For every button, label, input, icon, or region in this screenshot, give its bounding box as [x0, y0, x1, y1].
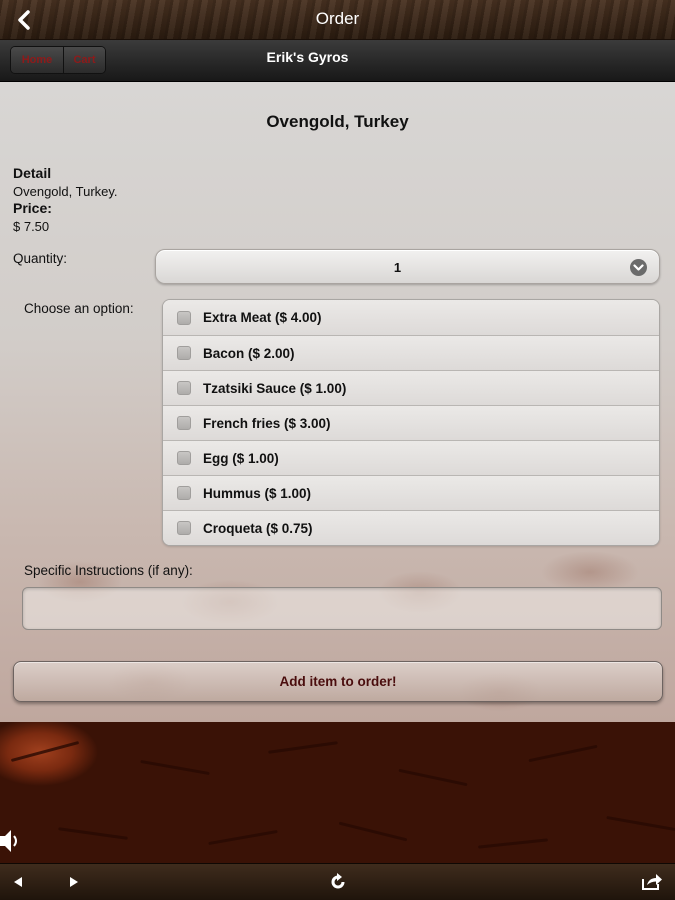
option-tzatsiki-sauce[interactable]: Tzatsiki Sauce ($ 1.00) [163, 370, 659, 405]
checkbox[interactable] [177, 381, 191, 395]
checkbox[interactable] [177, 451, 191, 465]
quantity-select[interactable]: 1 [155, 249, 660, 284]
refresh-icon[interactable] [324, 870, 352, 894]
restaurant-name: Erik's Gyros [266, 49, 349, 65]
option-croqueta[interactable]: Croqueta ($ 0.75) [163, 510, 659, 545]
coffee-beans-background [0, 722, 675, 863]
checkbox[interactable] [177, 486, 191, 500]
item-details: Detail Ovengold, Turkey. Price: $ 7.50 [13, 165, 118, 235]
item-title: Ovengold, Turkey [266, 112, 409, 131]
option-label: Bacon ($ 2.00) [203, 345, 295, 361]
speaker-icon[interactable] [0, 827, 22, 855]
add-to-order-button[interactable]: Add item to order! [13, 661, 663, 702]
share-icon[interactable] [638, 870, 666, 894]
bottom-toolbar [0, 863, 675, 900]
quantity-label: Quantity: [13, 251, 68, 266]
option-label: Extra Meat ($ 4.00) [203, 310, 322, 325]
top-bar: Order [0, 0, 675, 40]
checkbox[interactable] [177, 346, 191, 360]
option-hummus[interactable]: Hummus ($ 1.00) [163, 475, 659, 510]
option-label: Egg ($ 1.00) [203, 450, 279, 466]
checkbox[interactable] [177, 521, 191, 535]
option-egg[interactable]: Egg ($ 1.00) [163, 440, 659, 475]
back-arrow-icon[interactable] [4, 870, 32, 894]
chevron-down-icon [630, 259, 647, 276]
instructions-label: Specific Instructions (if any): [24, 563, 193, 578]
order-form: Ovengold, Turkey Detail Ovengold, Turkey… [0, 82, 675, 722]
options-list: Extra Meat ($ 4.00) Bacon ($ 2.00) Tzats… [162, 299, 660, 546]
option-label: Hummus ($ 1.00) [203, 485, 312, 501]
options-label: Choose an option: [24, 301, 134, 316]
quantity-value: 1 [393, 260, 402, 275]
instructions-input[interactable] [22, 587, 662, 630]
detail-text: Ovengold, Turkey. [13, 183, 118, 199]
option-french-fries[interactable]: French fries ($ 3.00) [163, 405, 659, 440]
option-label: French fries ($ 3.00) [203, 415, 331, 431]
option-bacon[interactable]: Bacon ($ 2.00) [163, 335, 659, 370]
checkbox[interactable] [177, 416, 191, 430]
forward-arrow-icon[interactable] [60, 870, 88, 894]
option-extra-meat[interactable]: Extra Meat ($ 4.00) [163, 300, 659, 335]
price-value: $ 7.50 [13, 218, 50, 234]
detail-label: Detail [13, 165, 52, 181]
option-label: Croqueta ($ 0.75) [203, 520, 313, 536]
page-title: Order [315, 9, 360, 28]
option-label: Tzatsiki Sauce ($ 1.00) [203, 380, 347, 396]
checkbox[interactable] [177, 310, 191, 325]
nav-bar: Home Cart Erik's Gyros [0, 40, 675, 82]
price-label: Price: [13, 200, 52, 216]
